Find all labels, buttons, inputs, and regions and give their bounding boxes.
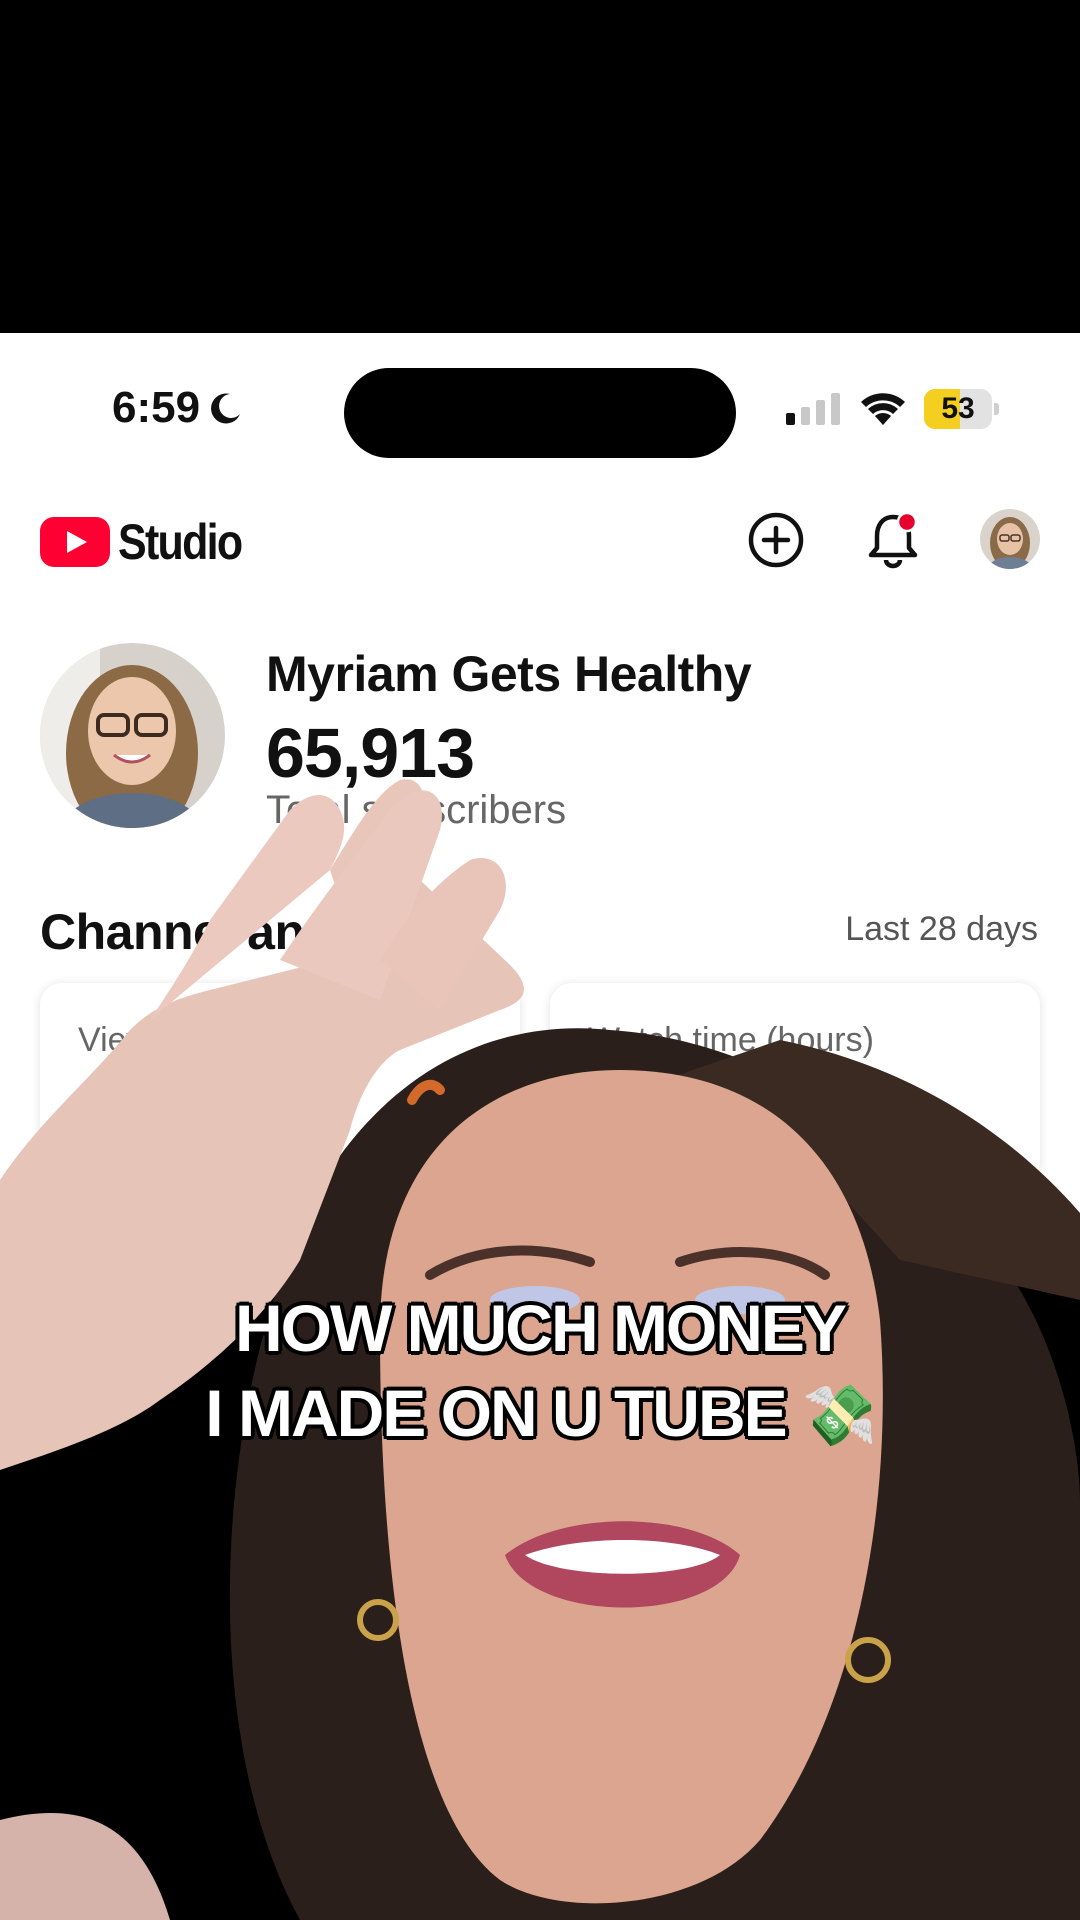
money-with-wings-icon: 💸 [801,1382,877,1449]
caption-line-2: I MADE ON U TUBE 💸 [0,1375,1080,1451]
caption-line-2-text: I MADE ON U TUBE [205,1376,787,1450]
creator-video-overlay [0,779,1080,1920]
caption-line-1: HOW MUCH MONEY [235,1291,847,1365]
